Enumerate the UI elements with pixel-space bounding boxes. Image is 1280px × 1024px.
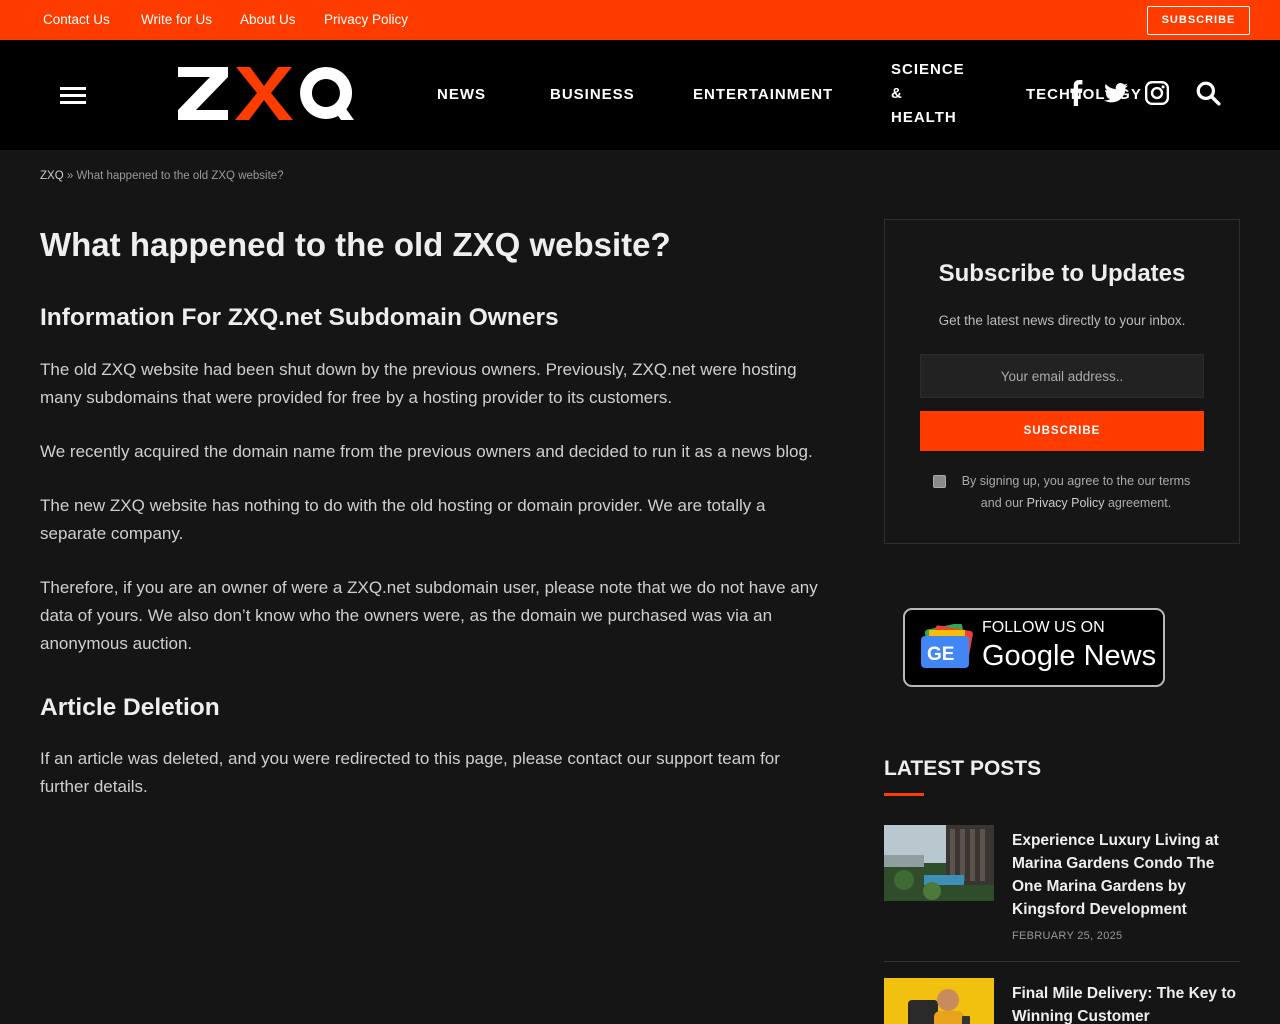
- menu-icon[interactable]: [60, 87, 86, 105]
- subscribe-button[interactable]: SUBSCRIBE: [920, 411, 1204, 451]
- latest-posts-heading: LATEST POSTS: [884, 757, 1042, 780]
- subscribe-description: Get the latest news directly to your inb…: [938, 313, 1186, 328]
- section-heading-deletion: Article Deletion: [40, 694, 220, 721]
- google-news-line2: Google News: [982, 640, 1157, 672]
- heading-underline: [884, 793, 924, 796]
- about-us-link[interactable]: About Us: [240, 12, 296, 27]
- paragraph: If an article was deleted, and you were …: [40, 749, 780, 796]
- divider: [884, 961, 1240, 962]
- breadcrumb-current: What happened to the old ZXQ website?: [76, 170, 284, 182]
- google-news-line1: FOLLOW US ON: [982, 619, 1105, 636]
- article-content: What happened to the old ZXQ website? In…: [40, 225, 830, 801]
- privacy-policy-inline-link[interactable]: Privacy Policy: [1027, 496, 1105, 510]
- svg-text:GE: GE: [927, 644, 954, 665]
- nav-news[interactable]: NEWS: [437, 86, 486, 103]
- breadcrumb: ZXQ » What happened to the old ZXQ websi…: [40, 170, 284, 182]
- search-icon[interactable]: [1195, 80, 1221, 106]
- nav-business[interactable]: BUSINESS: [550, 86, 635, 103]
- contact-us-link[interactable]: Contact Us: [43, 12, 110, 27]
- post-title[interactable]: Experience Luxury Living at Marina Garde…: [1012, 829, 1240, 921]
- terms-checkbox[interactable]: [933, 475, 946, 488]
- breadcrumb-separator: »: [66, 170, 74, 182]
- google-news-icon: GE: [921, 624, 973, 668]
- paragraph: We recently acquired the domain name fro…: [40, 442, 813, 461]
- nav-entertainment[interactable]: ENTERTAINMENT: [693, 86, 833, 103]
- terms-text-end: agreement.: [1104, 496, 1172, 510]
- site-logo[interactable]: [176, 64, 356, 124]
- subscribe-title: Subscribe to Updates: [938, 260, 1186, 287]
- facebook-icon[interactable]: [1064, 80, 1090, 106]
- list-item[interactable]: Final Mile Delivery: The Key to Winning …: [884, 978, 1240, 1024]
- email-field[interactable]: [920, 354, 1204, 398]
- privacy-policy-link[interactable]: Privacy Policy: [324, 12, 408, 27]
- nav-science-health[interactable]: SCIENCE & HEALTH: [891, 58, 971, 130]
- top-bar: Contact Us Write for Us About Us Privacy…: [0, 0, 1280, 40]
- paragraph: The new ZXQ website has nothing to do wi…: [40, 496, 766, 543]
- subscribe-widget: Subscribe to Updates Get the latest news…: [884, 219, 1240, 544]
- post-title[interactable]: Final Mile Delivery: The Key to Winning …: [1012, 982, 1240, 1024]
- main-header: NEWS BUSINESS ENTERTAINMENT SCIENCE & HE…: [0, 40, 1280, 150]
- terms-text: By signing up, you agree to the our term…: [951, 470, 1201, 514]
- page-title: What happened to the old ZXQ website?: [40, 226, 671, 263]
- google-news-badge[interactable]: GE FOLLOW US ON Google News: [903, 608, 1165, 687]
- list-item[interactable]: Experience Luxury Living at Marina Garde…: [884, 825, 1240, 950]
- post-thumbnail[interactable]: [884, 825, 994, 901]
- instagram-icon[interactable]: [1144, 80, 1170, 106]
- twitter-icon[interactable]: [1103, 80, 1129, 106]
- breadcrumb-home-link[interactable]: ZXQ: [40, 170, 64, 182]
- paragraph: The old ZXQ website had been shut down b…: [40, 360, 797, 407]
- section-heading-owners: Information For ZXQ.net Subdomain Owners: [40, 304, 559, 331]
- write-for-us-link[interactable]: Write for Us: [141, 12, 212, 27]
- post-thumbnail[interactable]: [884, 978, 994, 1024]
- top-subscribe-button[interactable]: SUBSCRIBE: [1147, 6, 1250, 35]
- post-date: FEBRUARY 25, 2025: [1012, 930, 1123, 942]
- paragraph: Therefore, if you are an owner of were a…: [40, 578, 818, 653]
